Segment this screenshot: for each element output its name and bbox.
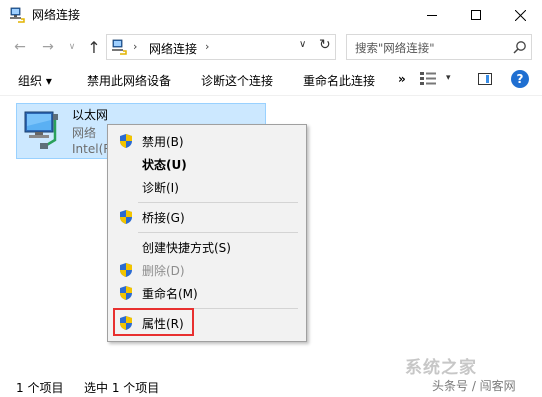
disable-device-button[interactable]: 禁用此网络设备 [87,72,171,89]
window-title: 网络连接 [32,8,81,22]
close-icon [514,9,526,21]
menu-item-diagnose[interactable]: 诊断(I) [108,176,306,198]
menu-separator [138,202,298,203]
help-icon[interactable]: ? [511,70,529,88]
minimize-icon [427,14,437,16]
menu-item-label: 桥接(G) [142,211,185,225]
item-count: 1 个项目 [16,381,64,395]
menu-item-status[interactable]: 状态(U) [108,153,306,175]
search-input[interactable]: 搜索"网络连接" [355,40,435,56]
change-view-icon[interactable] [420,72,436,86]
uac-shield-icon [120,210,132,224]
uac-shield-icon [120,286,132,300]
title-bar: 网络连接 [0,0,542,30]
menu-item-label: 删除(D) [142,264,185,278]
command-bar: 组织 ▾ 禁用此网络设备 诊断这个连接 重命名此连接 » ▾ ? [0,64,542,96]
breadcrumb-item[interactable]: 网络连接 [149,40,197,57]
annotation-highlight-box [113,308,194,336]
selected-count: 选中 1 个项目 [84,381,160,395]
recent-locations-button[interactable]: ∨ [62,38,82,56]
adapter-name: 以太网 [72,108,109,122]
watermark-logo: 系统之家 [405,358,477,378]
menu-item-label: 创建快捷方式(S) [142,241,231,255]
menu-item-delete: 删除(D) [108,259,306,281]
menu-item-label: 重命名(M) [142,287,198,301]
search-box[interactable]: 搜索"网络连接" [346,34,532,60]
organize-menu-button[interactable]: 组织 ▾ [18,72,52,89]
menu-item-label: 状态(U) [142,158,187,172]
diagnose-connection-button[interactable]: 诊断这个连接 [201,72,273,89]
maximize-icon [471,10,481,20]
menu-item-create-shortcut[interactable]: 创建快捷方式(S) [108,236,306,258]
menu-item-label: 诊断(I) [142,181,179,195]
breadcrumb-chevron-icon[interactable]: › [133,40,137,53]
context-menu: 禁用(B) 状态(U) 诊断(I) 桥接(G) 创建快捷方式(S) 删除(D) … [107,124,307,342]
adapter-device-name: Intel(R [72,142,112,156]
up-button[interactable]: ↑ [84,38,104,57]
view-dropdown-button[interactable]: ▾ [446,73,451,83]
menu-item-rename[interactable]: 重命名(M) [108,282,306,304]
forward-button[interactable]: → [38,38,58,56]
navigation-bar: ← → ∨ ↑ › 网络连接 › ∨ ↻ 搜索"网络连接" [0,30,542,64]
search-icon[interactable] [513,40,527,54]
address-dropdown-button[interactable]: ∨ [299,39,306,50]
menu-item-label: 禁用(B) [142,135,184,149]
menu-item-bridge[interactable]: 桥接(G) [108,206,306,228]
watermark-text: 头条号 / 闯客网 [432,379,516,393]
back-button[interactable]: ← [10,38,30,56]
address-bar[interactable]: › 网络连接 › ∨ ↻ [106,34,336,60]
preview-pane-icon[interactable] [478,73,492,85]
rename-connection-button[interactable]: 重命名此连接 [303,72,375,89]
more-commands-button[interactable]: » [398,72,406,86]
adapter-status: 网络 [72,126,97,140]
minimize-button[interactable] [410,0,454,30]
ethernet-adapter-icon [24,111,58,149]
menu-separator [138,232,298,233]
uac-shield-icon [120,134,132,148]
breadcrumb-chevron-icon[interactable]: › [205,40,209,53]
close-button[interactable] [498,0,542,30]
refresh-button[interactable]: ↻ [319,37,331,53]
menu-item-disable[interactable]: 禁用(B) [108,130,306,152]
network-connections-icon [112,39,127,55]
uac-shield-icon [120,263,132,277]
maximize-button[interactable] [454,0,498,30]
network-connections-icon [10,7,25,23]
